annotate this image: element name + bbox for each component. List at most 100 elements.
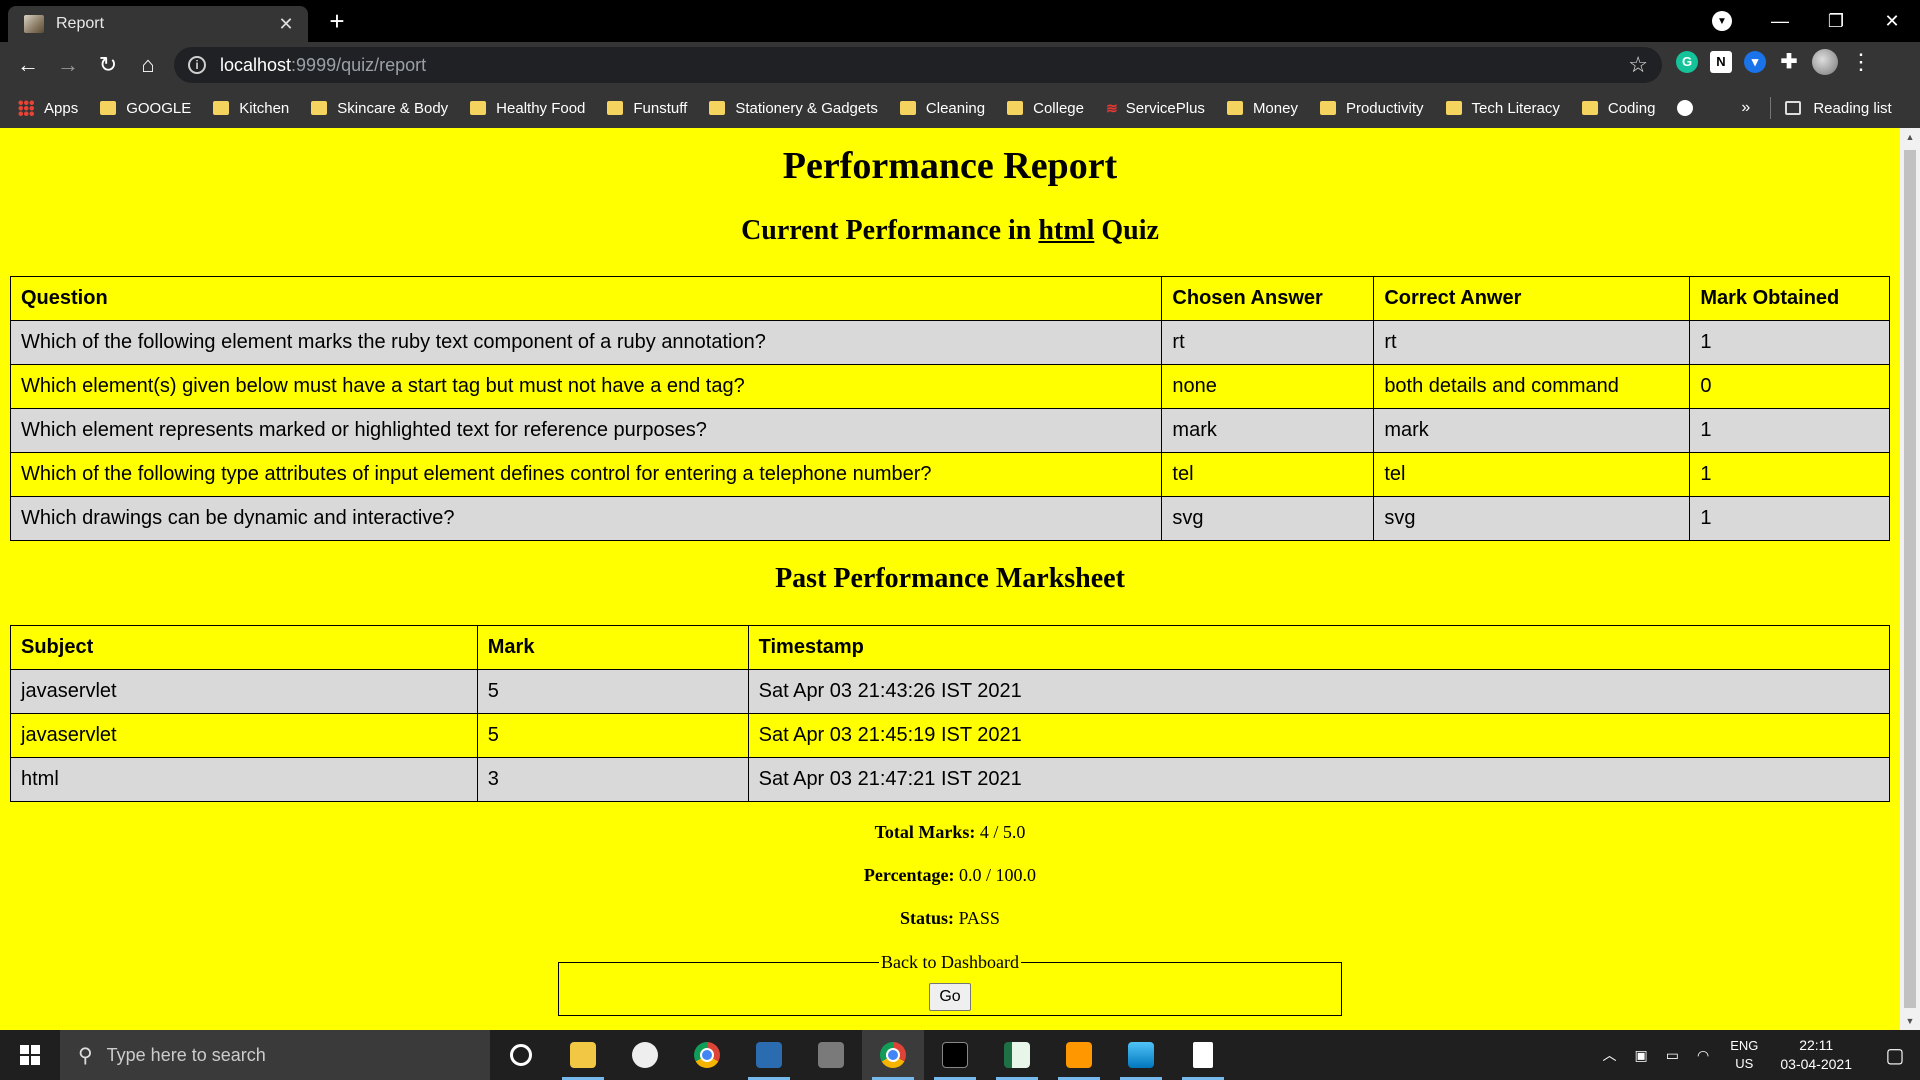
cortana-button[interactable]	[490, 1030, 552, 1080]
bookmark-folder-stationery[interactable]: Stationery & Gadgets	[709, 100, 878, 117]
chrome-icon	[880, 1042, 906, 1068]
folder-icon	[311, 101, 328, 115]
tool-app-button[interactable]	[738, 1030, 800, 1080]
chosen-answer-cell: rt	[1161, 320, 1375, 365]
bookmark-folder-coding[interactable]: Coding	[1581, 100, 1655, 117]
blue-extension-icon[interactable]: ▾	[1744, 51, 1766, 73]
menu-kebab-icon[interactable]: ⋮	[1850, 49, 1872, 75]
device-icon[interactable]: ▣	[1635, 1047, 1648, 1064]
scroll-down-arrow-icon[interactable]: ▼	[1900, 1016, 1920, 1026]
terminal-button[interactable]	[924, 1030, 986, 1080]
home-icon[interactable]: ⌂	[128, 45, 168, 85]
question-cell: Which element represents marked or highl…	[9, 408, 1163, 453]
new-tab-button[interactable]: +	[322, 6, 352, 37]
column-header: Mark Obtained	[1689, 276, 1890, 321]
url-text[interactable]: localhost:9999/quiz/report	[220, 55, 1628, 76]
table-row: javaservlet 5 Sat Apr 03 21:43:26 IST 20…	[10, 669, 1891, 714]
column-header: Correct Anwer	[1373, 276, 1691, 321]
back-arrow-icon[interactable]: ←	[8, 45, 48, 85]
grammarly-extension-icon[interactable]: G	[1676, 51, 1698, 73]
app-button[interactable]	[614, 1030, 676, 1080]
file-explorer-button[interactable]	[552, 1030, 614, 1080]
bookmark-apps[interactable]: Apps	[18, 100, 78, 117]
input-language-indicator[interactable]: ENG US	[1730, 1037, 1758, 1073]
notion-extension-icon[interactable]: N	[1710, 51, 1732, 73]
bookmark-label: Money	[1252, 99, 1298, 117]
folder-icon	[1445, 101, 1462, 115]
minimize-icon[interactable]: —	[1752, 11, 1808, 32]
sublime-text-button[interactable]	[1048, 1030, 1110, 1080]
reading-list-label: Reading list	[1813, 99, 1892, 117]
scroll-up-arrow-icon[interactable]: ▲	[1900, 132, 1920, 142]
bookmark-folder-productivity[interactable]: Productivity	[1319, 100, 1424, 117]
scrollbar-thumb[interactable]	[1904, 150, 1916, 1008]
column-header: Mark	[476, 625, 749, 670]
bookmark-serviceplus[interactable]: ≋ ServicePlus	[1106, 100, 1205, 117]
more-bookmarks-chevron-icon[interactable]: »	[1741, 99, 1750, 117]
table-row: Which element(s) given below must have a…	[9, 364, 1890, 409]
bookmark-folder-college[interactable]: College	[1007, 100, 1084, 117]
folder-icon	[470, 101, 487, 115]
status-label: Status:	[900, 908, 955, 928]
profile-avatar[interactable]	[1812, 49, 1838, 75]
restore-icon[interactable]: ❐	[1808, 11, 1864, 32]
chrome-pinned-button[interactable]	[676, 1030, 738, 1080]
tab-title: Report	[56, 15, 105, 32]
bookmark-folder-kitchen[interactable]: Kitchen	[213, 100, 289, 117]
notification-center-icon[interactable]: ▢	[1870, 1030, 1920, 1080]
tab-search-icon[interactable]: ▼	[1712, 11, 1732, 31]
vertical-scrollbar[interactable]: ▲ ▼	[1900, 128, 1920, 1030]
table-row: Which of the following type attributes o…	[9, 452, 1890, 497]
start-button[interactable]	[0, 1030, 60, 1080]
bookmark-label: GOOGLE	[126, 99, 192, 117]
chrome-active-button[interactable]	[862, 1030, 924, 1080]
close-window-icon[interactable]: ✕	[1864, 11, 1920, 32]
clock-time: 22:11	[1799, 1037, 1834, 1053]
reload-icon[interactable]: ↻	[88, 45, 128, 85]
bookmark-folder-cleaning[interactable]: Cleaning	[899, 100, 985, 117]
table-header-row: Question Chosen Answer Correct Anwer Mar…	[9, 276, 1890, 321]
address-bar[interactable]: i localhost:9999/quiz/report ☆	[174, 47, 1662, 83]
correct-answer-cell: both details and command	[1373, 364, 1691, 409]
bookmark-folder-healthy-food[interactable]: Healthy Food	[470, 100, 585, 117]
show-hidden-icons-chevron-icon[interactable]: ︿	[1603, 1045, 1617, 1065]
calculator-button[interactable]	[800, 1030, 862, 1080]
column-header: Timestamp	[747, 625, 1891, 670]
bookmark-label: ServicePlus	[1125, 99, 1205, 117]
globe-bookmark-icon[interactable]	[1677, 100, 1694, 116]
bookmark-label: Funstuff	[633, 99, 688, 117]
bookmark-folder-google[interactable]: GOOGLE	[100, 100, 191, 117]
windows-logo-icon	[20, 1045, 40, 1065]
search-placeholder: Type here to search	[106, 1044, 266, 1065]
site-info-icon[interactable]: i	[188, 56, 206, 74]
wifi-icon[interactable]: ◠	[1697, 1047, 1709, 1064]
bookmark-star-icon[interactable]: ☆	[1628, 52, 1648, 78]
extensions-puzzle-icon[interactable]: ✚	[1778, 51, 1800, 73]
bookmark-folder-skincare[interactable]: Skincare & Body	[311, 100, 448, 117]
correct-answer-cell: mark	[1373, 408, 1691, 453]
quiz-subject-link[interactable]: html	[1038, 215, 1094, 246]
bookmark-folder-tech-literacy[interactable]: Tech Literacy	[1445, 100, 1560, 117]
taskbar-search-box[interactable]: ⚲ Type here to search	[60, 1030, 490, 1080]
bookmark-folder-funstuff[interactable]: Funstuff	[607, 100, 687, 117]
percentage-value: 0.0 / 100.0	[959, 865, 1037, 885]
photos-button[interactable]	[1110, 1030, 1172, 1080]
forward-arrow-icon[interactable]: →	[48, 45, 88, 85]
go-button[interactable]: Go	[929, 983, 971, 1011]
bookmark-folder-money[interactable]: Money	[1226, 99, 1298, 117]
reading-list-button[interactable]: Reading list	[1785, 99, 1892, 117]
folder-icon	[709, 101, 726, 115]
apps-grid-icon	[18, 100, 34, 116]
battery-icon[interactable]: ▭	[1666, 1047, 1679, 1064]
notepad-button[interactable]	[1172, 1030, 1234, 1080]
mark-cell: 1	[1689, 320, 1890, 365]
taskbar-clock[interactable]: 22:11 03-04-2021	[1780, 1036, 1852, 1074]
search-icon: ⚲	[78, 1044, 93, 1067]
correct-answer-cell: tel	[1373, 452, 1691, 497]
editor-icon	[1004, 1042, 1030, 1068]
close-tab-icon[interactable]: ✕	[274, 14, 298, 35]
system-tray: ︿ ▣ ▭ ◠ ENG US 22:11 03-04-2021 ▢	[1594, 1030, 1920, 1080]
table-row: Which element represents marked or highl…	[9, 408, 1890, 453]
editor-button[interactable]	[986, 1030, 1048, 1080]
tab-report[interactable]: Report ✕	[8, 6, 308, 42]
